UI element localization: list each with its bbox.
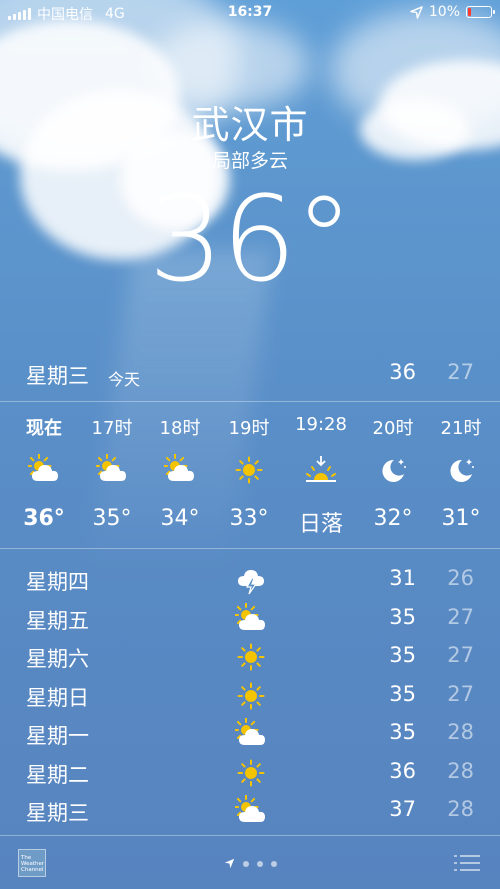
day-low: 26 <box>447 566 474 590</box>
today-day: 星期三 <box>26 364 89 388</box>
hour-label: 19时 <box>228 418 270 439</box>
hour-temp: 33° <box>229 506 269 531</box>
sunny-icon <box>235 641 267 673</box>
day-low: 28 <box>447 720 474 744</box>
sunny-icon <box>235 680 267 712</box>
page-dot <box>270 860 277 867</box>
day-low: 27 <box>447 643 474 667</box>
battery-icon <box>466 6 495 18</box>
page-dot <box>242 860 249 867</box>
day-high: 36 <box>389 758 416 783</box>
clear-night-icon <box>377 454 409 486</box>
current-temperature: 36° <box>148 170 353 308</box>
day-name: 星期二 <box>26 762 89 787</box>
daily-row: 星期四 31 26 <box>26 560 474 599</box>
weather-condition: 局部多云 <box>211 150 288 172</box>
day-low: 27 <box>447 681 474 706</box>
day-high: 31 <box>389 566 416 590</box>
partly-cloudy-icon <box>94 453 128 486</box>
daily-row: 星期一 35 28 <box>26 714 474 753</box>
day-high: 35 <box>389 604 416 629</box>
daily-row: 星期五 35 27 <box>26 599 474 638</box>
sunny-icon <box>235 757 267 789</box>
today-summary-row: 星期三 今天 36 27 <box>26 356 474 392</box>
day-high: 35 <box>389 720 416 744</box>
partly-cloudy-icon <box>26 453 60 486</box>
daily-row: 星期六 35 27 <box>26 637 474 676</box>
hour-temp: 34° <box>160 506 200 531</box>
divider <box>0 548 500 549</box>
day-name: 星期四 <box>26 570 89 594</box>
daily-row: 星期三 37 28 <box>26 791 474 830</box>
day-high: 37 <box>389 797 416 821</box>
day-low: 28 <box>447 758 474 783</box>
daily-row: 星期二 36 28 <box>26 753 474 792</box>
day-name: 星期六 <box>26 647 89 671</box>
footer-toolbar: The Weather Channel <box>0 836 500 889</box>
partly-cloudy-icon <box>233 717 267 750</box>
day-low: 27 <box>447 604 474 629</box>
clear-night-icon <box>445 454 477 486</box>
day-high: 35 <box>389 643 416 667</box>
partly-cloudy-icon <box>233 794 267 827</box>
hourly-forecast[interactable]: 现在 36° 17时 35° 18时 34° 19时 33° 19:28 日落 … <box>0 402 500 548</box>
location-arrow-icon <box>224 858 234 869</box>
hour-label: 21时 <box>440 418 482 439</box>
day-low: 28 <box>447 797 474 821</box>
hour-label: 18时 <box>159 418 201 439</box>
city-list-icon[interactable] <box>454 854 480 872</box>
day-high: 35 <box>389 681 416 706</box>
today-low: 27 <box>447 360 474 384</box>
sunny-icon <box>233 454 265 486</box>
day-name: 星期三 <box>26 801 89 825</box>
hour-label: 19:28 <box>295 414 347 435</box>
battery-percent: 10% <box>428 4 460 20</box>
city-name: 武汉市 <box>191 103 309 147</box>
day-name: 星期日 <box>26 685 89 710</box>
status-bar: 中国电信 4G 16:37 10% <box>0 0 500 26</box>
sunset-icon <box>305 454 337 486</box>
weather-screen: 中国电信 4G 16:37 10% 武汉市 局部多云 36° 星期三 今天 36… <box>0 0 500 889</box>
hour-temp: 日落 <box>298 512 343 537</box>
day-name: 星期五 <box>26 608 89 633</box>
partly-cloudy-icon <box>162 453 196 486</box>
thunderstorm-icon <box>235 564 267 596</box>
daily-row: 星期日 35 27 <box>26 676 474 715</box>
today-tag: 今天 <box>108 370 141 389</box>
daily-forecast[interactable]: 星期四 31 26 星期五 35 27 星期六 35 27 星期日 35 27 … <box>26 560 474 830</box>
today-high: 36 <box>389 360 416 384</box>
page-indicator[interactable] <box>0 858 500 869</box>
hour-temp: 31° <box>441 506 481 531</box>
page-dot <box>256 860 263 867</box>
day-name: 星期一 <box>26 724 89 748</box>
location-arrow-icon <box>410 5 423 19</box>
partly-cloudy-icon <box>233 602 267 635</box>
